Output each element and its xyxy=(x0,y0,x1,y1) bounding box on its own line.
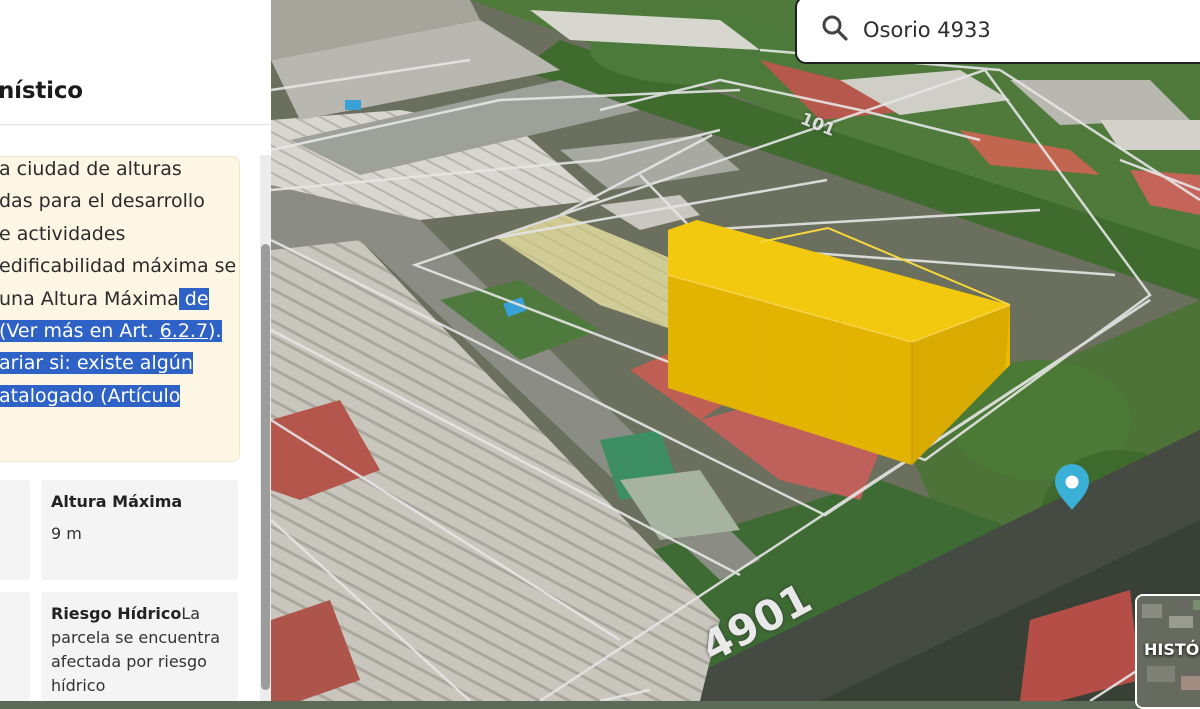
card-partial-1 xyxy=(0,480,30,580)
search-icon xyxy=(822,15,848,41)
card-title: Riesgo Hídrico xyxy=(51,604,182,623)
info-line: e actividades xyxy=(0,222,126,245)
info-line: a ciudad de alturas xyxy=(0,158,182,180)
info-text: a ciudad de alturas das para el desarrol… xyxy=(0,157,239,412)
info-line: atalogado (Artículo xyxy=(0,384,181,407)
article-link[interactable]: 6.2.7 xyxy=(159,319,209,342)
panel-title: nístico xyxy=(0,78,83,104)
info-panel: nístico a ciudad de alturas das para el … xyxy=(0,0,271,701)
card-altura-maxima: Altura Máxima 9 m xyxy=(41,480,238,580)
card-value: 9 m xyxy=(51,524,82,543)
info-line: edificabilidad máxima se xyxy=(0,255,237,278)
search-box[interactable] xyxy=(795,0,1200,64)
info-line: das para el desarrollo xyxy=(0,190,205,213)
card-partial-2 xyxy=(0,592,30,701)
card-riesgo-hidrico: Riesgo HídricoLa parcela se encuentra af… xyxy=(41,592,238,701)
scrollbar-thumb[interactable] xyxy=(261,244,270,690)
history-label: HISTÓR xyxy=(1144,640,1200,659)
card-title: Altura Máxima xyxy=(51,492,183,511)
card-text: Riesgo HídricoLa parcela se encuentra af… xyxy=(51,604,220,695)
info-line: (Ver más en Art. 6.2.7). xyxy=(0,319,222,342)
search-input[interactable] xyxy=(863,10,1193,50)
info-box: a ciudad de alturas das para el desarrol… xyxy=(0,156,240,462)
info-line: ariar si: existe algún xyxy=(0,352,193,375)
history-imagery-button[interactable]: HISTÓR xyxy=(1135,594,1200,709)
info-line: una Altura Máxima de xyxy=(0,287,209,310)
panel-header: nístico xyxy=(0,0,271,125)
